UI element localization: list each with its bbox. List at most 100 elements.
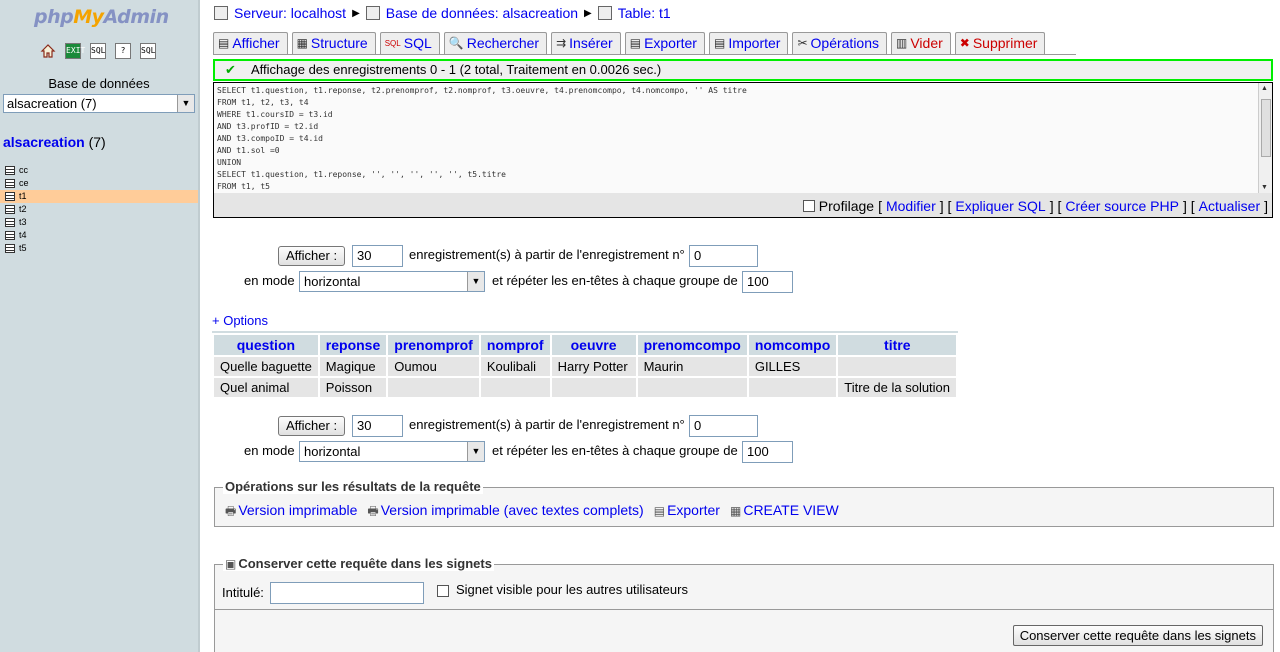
- edit-sql-link[interactable]: Modifier: [886, 198, 936, 214]
- scroll-thumb[interactable]: [1261, 99, 1271, 157]
- tab-afficher[interactable]: ▤ Afficher: [213, 32, 288, 54]
- table-icon[interactable]: [5, 218, 15, 227]
- table-cell: [551, 378, 636, 397]
- table-item-ce[interactable]: ce: [0, 177, 198, 190]
- mode-select[interactable]: horizontal ▼: [299, 441, 485, 462]
- rows-input[interactable]: 30: [352, 415, 403, 437]
- divider: [215, 609, 1273, 610]
- show-button[interactable]: Afficher :: [278, 416, 346, 436]
- print-link[interactable]: 🖶 Version imprimable: [225, 502, 357, 523]
- column-header[interactable]: nomprof: [480, 335, 550, 355]
- header-row: question reponse prenomprof nomprof oeuv…: [214, 335, 957, 355]
- chevron-down-icon[interactable]: ▼: [177, 95, 194, 112]
- database-icon: [365, 6, 380, 20]
- column-header[interactable]: reponse: [319, 335, 387, 355]
- table-icon[interactable]: [5, 205, 15, 214]
- explain-sql-link[interactable]: Expliquer SQL: [955, 198, 1045, 214]
- database-link[interactable]: alsacreation: [3, 134, 85, 150]
- from-label: enregistrement(s) à partir de l'enregist…: [409, 417, 685, 432]
- chevron-down-icon[interactable]: ▼: [467, 272, 484, 291]
- sql-scrollbar[interactable]: ▲ ▼: [1258, 83, 1272, 193]
- export-link-label[interactable]: Exporter: [667, 502, 720, 518]
- print-full-link-label[interactable]: Version imprimable (avec textes complets…: [381, 502, 644, 518]
- table-name[interactable]: t5: [19, 242, 27, 255]
- tab-exporter[interactable]: ▤ Exporter: [624, 32, 705, 54]
- mode-select[interactable]: horizontal ▼: [299, 271, 485, 292]
- tab-operations[interactable]: ✂ Opérations: [792, 32, 887, 54]
- sql-docs-icon[interactable]: SQL: [140, 43, 156, 59]
- print-link-label[interactable]: Version imprimable: [238, 502, 357, 518]
- from-input[interactable]: 0: [689, 415, 758, 437]
- column-header[interactable]: titre: [838, 335, 957, 355]
- scroll-up-icon[interactable]: ▲: [1261, 85, 1268, 92]
- table-item-t2[interactable]: t2: [0, 203, 198, 216]
- table-item-cc[interactable]: cc: [0, 164, 198, 177]
- repeat-input[interactable]: 100: [742, 441, 793, 463]
- profiling-label: Profilage: [818, 198, 875, 214]
- exit-icon[interactable]: EXIT: [65, 43, 85, 59]
- query-window-icon[interactable]: ?: [115, 43, 131, 59]
- table-item-t3[interactable]: t3: [0, 216, 198, 229]
- breadcrumb-table[interactable]: Table: t1: [618, 5, 671, 21]
- bookmark-icon: ▣: [225, 557, 237, 571]
- create-php-link[interactable]: Créer source PHP: [1065, 198, 1179, 214]
- table-row[interactable]: Quel animal Poisson Titre de la solution: [214, 378, 957, 397]
- tab-supprimer[interactable]: ✖ Supprimer: [954, 32, 1046, 54]
- repeat-input[interactable]: 100: [742, 271, 793, 293]
- column-header[interactable]: oeuvre: [551, 335, 636, 355]
- table-name[interactable]: t3: [19, 216, 27, 229]
- bookmark-title-input[interactable]: [270, 582, 424, 604]
- sql-query-icon[interactable]: SQL: [90, 43, 106, 59]
- breadcrumb-database[interactable]: Base de données: alsacreation: [386, 5, 578, 21]
- create-view-link-label[interactable]: CREATE VIEW: [743, 502, 838, 518]
- tab-rechercher[interactable]: 🔍 Rechercher: [443, 32, 548, 54]
- table-row[interactable]: Quelle baguette Magique Oumou Koulibali …: [214, 357, 957, 376]
- tab-structure[interactable]: ▦ Structure: [291, 32, 376, 54]
- bookmark-visible-checkbox[interactable]: [437, 585, 449, 597]
- refresh-link[interactable]: Actualiser: [1199, 198, 1260, 214]
- from-input[interactable]: 0: [689, 245, 758, 267]
- chevron-down-icon[interactable]: ▼: [467, 442, 484, 461]
- create-view-link[interactable]: ▦ CREATE VIEW: [730, 502, 839, 523]
- tab-importer[interactable]: ▤ Importer: [708, 32, 789, 54]
- tab-label: Opérations: [810, 35, 879, 51]
- table-name[interactable]: ce: [19, 177, 29, 190]
- database-select[interactable]: alsacreation (7) ▼: [3, 94, 195, 113]
- column-header[interactable]: prenomprof: [388, 335, 479, 355]
- table-name[interactable]: t1: [19, 190, 27, 203]
- tab-sql[interactable]: SQL SQL: [379, 32, 440, 54]
- table-icon[interactable]: [5, 166, 15, 175]
- home-icon[interactable]: [40, 43, 56, 59]
- export-link[interactable]: ▤ Exporter: [654, 502, 720, 523]
- column-header[interactable]: prenomcompo: [637, 335, 747, 355]
- profiling-checkbox[interactable]: [802, 200, 815, 212]
- tab-vider[interactable]: ▥ Vider: [891, 32, 951, 54]
- show-button[interactable]: Afficher :: [278, 246, 346, 266]
- scroll-down-icon[interactable]: ▼: [1261, 184, 1268, 191]
- table-icon[interactable]: [5, 231, 15, 240]
- phpmyadmin-logo[interactable]: phpMyAdmin: [34, 6, 169, 28]
- tab-inserer[interactable]: ⇉ Insérer: [551, 32, 621, 54]
- column-header[interactable]: nomcompo: [748, 335, 837, 355]
- table-name[interactable]: cc: [19, 164, 28, 177]
- table-cell: Poisson: [319, 378, 387, 397]
- sql-query-text[interactable]: SELECT t1.question, t1.reponse, t2.preno…: [214, 83, 1258, 193]
- tab-label: Supprimer: [972, 35, 1038, 51]
- breadcrumb-server[interactable]: Serveur: localhost: [234, 5, 346, 21]
- table-item-t4[interactable]: t4: [0, 229, 198, 242]
- options-link[interactable]: + Options: [212, 313, 268, 328]
- mode-value: horizontal: [304, 444, 361, 459]
- table-name[interactable]: t2: [19, 203, 27, 216]
- table-item-t5[interactable]: t5: [0, 242, 198, 255]
- table-item-t1[interactable]: t1: [0, 190, 198, 203]
- table-name[interactable]: t4: [19, 229, 27, 242]
- table-icon[interactable]: [5, 179, 15, 188]
- column-header[interactable]: question: [214, 335, 318, 355]
- arrow-right-icon: ▶: [352, 7, 360, 19]
- save-bookmark-button[interactable]: Conserver cette requête dans les signets: [1012, 625, 1263, 646]
- import-icon: ▤: [713, 36, 726, 50]
- print-full-link[interactable]: 🖶 Version imprimable (avec textes complet…: [367, 502, 643, 523]
- table-icon[interactable]: [5, 192, 15, 201]
- table-icon[interactable]: [5, 244, 15, 253]
- rows-input[interactable]: 30: [352, 245, 403, 267]
